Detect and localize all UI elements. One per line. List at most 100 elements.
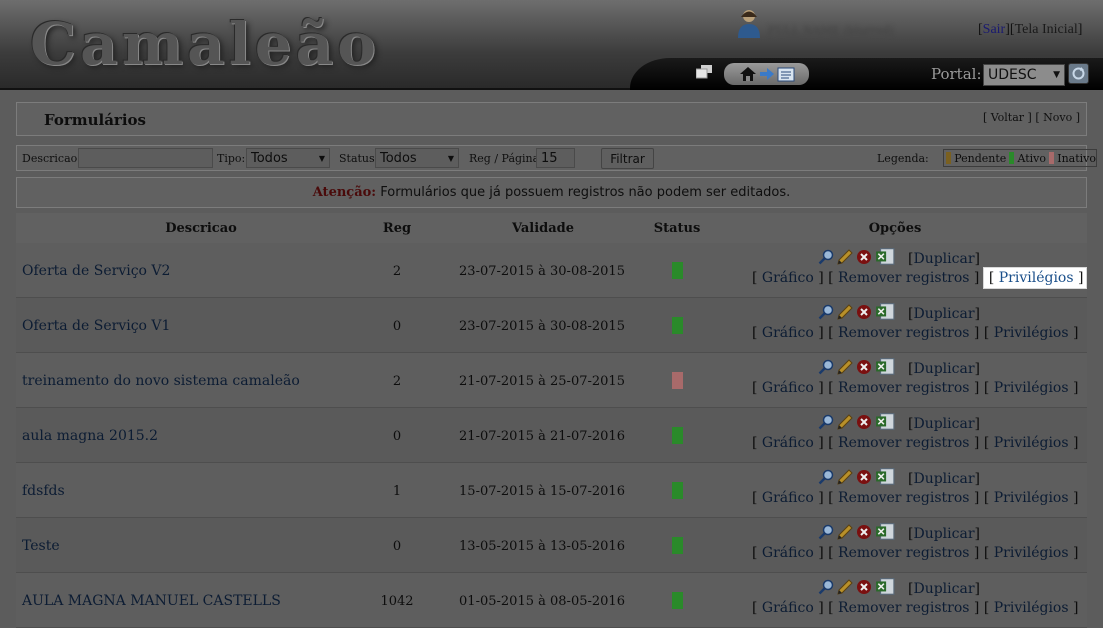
status-filter-select[interactable]: Todos ▼ (375, 148, 459, 168)
chart-link[interactable]: Gráfico (762, 270, 814, 286)
privileges-link[interactable]: Privilégios (994, 545, 1069, 561)
export-spreadsheet-icon[interactable] (875, 523, 895, 541)
remove-records-link[interactable]: Remover registros (838, 380, 969, 396)
delete-icon[interactable] (856, 579, 872, 595)
delete-icon[interactable] (856, 414, 872, 430)
title-bar: Formulários [ Voltar ] [ Novo ] (16, 102, 1087, 136)
per-page-input[interactable]: 15 (536, 148, 575, 168)
form-reg-count: 2 (392, 374, 402, 389)
duplicate-link[interactable]: Duplicar (913, 471, 974, 487)
edit-pencil-icon[interactable] (837, 414, 853, 430)
remove-records-link[interactable]: Remover registros (838, 490, 969, 506)
filter-button[interactable]: Filtrar (601, 148, 654, 169)
privileges-link[interactable]: Privilégios (994, 600, 1069, 616)
form-name-link[interactable]: treinamento do novo sistema camaleão (22, 373, 300, 389)
remove-records-link[interactable]: Remover registros (838, 600, 969, 616)
table-row: treinamento do novo sistema camaleão 2 2… (16, 353, 1087, 408)
form-name-link[interactable]: aula magna 2015.2 (22, 428, 158, 444)
back-link[interactable]: [ Voltar ] (983, 111, 1032, 124)
view-magnifier-icon[interactable] (818, 359, 834, 375)
legend-swatch-ativo (1009, 152, 1015, 164)
duplicate-action: [Duplicar] (908, 526, 980, 542)
edit-pencil-icon[interactable] (837, 304, 853, 320)
privileges-link[interactable]: Privilégios (994, 435, 1069, 451)
row-action-icons (818, 358, 895, 376)
duplicate-link[interactable]: Duplicar (913, 526, 974, 542)
descricao-filter-input[interactable] (78, 148, 213, 168)
edit-pencil-icon[interactable] (837, 359, 853, 375)
app-logo[interactable]: Camaleão (30, 10, 380, 78)
form-name-link[interactable]: Teste (22, 538, 60, 554)
privileges-link[interactable]: Privilégios (994, 380, 1069, 396)
view-magnifier-icon[interactable] (818, 249, 834, 265)
view-magnifier-icon[interactable] (818, 414, 834, 430)
remove-records-link[interactable]: Remover registros (838, 325, 969, 341)
forms-table: Descricao Reg Validade Status Opções Ofe… (16, 213, 1087, 628)
duplicate-link[interactable]: Duplicar (913, 581, 974, 597)
top-links: [Sair][Tela Inicial] (978, 22, 1082, 38)
arrow-right-icon[interactable] (759, 67, 775, 81)
export-spreadsheet-icon[interactable] (875, 468, 895, 486)
legend-swatch-pendente (946, 152, 952, 164)
privileges-link[interactable]: Privilégios (999, 270, 1074, 286)
chart-link[interactable]: Gráfico (762, 380, 814, 396)
privileges-link[interactable]: Privilégios (994, 490, 1069, 506)
export-spreadsheet-icon[interactable] (875, 413, 895, 431)
edit-pencil-icon[interactable] (837, 469, 853, 485)
status-indicator (672, 592, 683, 609)
delete-icon[interactable] (856, 249, 872, 265)
duplicate-link[interactable]: Duplicar (913, 306, 974, 322)
status-indicator (672, 537, 683, 554)
duplicate-action: [Duplicar] (908, 361, 980, 377)
view-magnifier-icon[interactable] (818, 469, 834, 485)
new-link[interactable]: [ Novo ] (1035, 111, 1080, 124)
privileges-link[interactable]: Privilégios (994, 325, 1069, 341)
col-header-status: Status (653, 221, 701, 236)
remove-records-link[interactable]: Remover registros (838, 435, 969, 451)
edit-pencil-icon[interactable] (837, 579, 853, 595)
tipo-filter-select[interactable]: Todos ▼ (246, 148, 330, 168)
chart-link[interactable]: Gráfico (762, 545, 814, 561)
duplicate-link[interactable]: Duplicar (913, 251, 974, 267)
view-magnifier-icon[interactable] (818, 579, 834, 595)
chart-link[interactable]: Gráfico (762, 325, 814, 341)
portal-refresh-button[interactable] (1068, 63, 1089, 84)
edit-pencil-icon[interactable] (837, 524, 853, 540)
delete-icon[interactable] (856, 304, 872, 320)
home-link[interactable]: Tela Inicial (1015, 22, 1078, 37)
windows-icon[interactable] (696, 65, 712, 79)
chart-link[interactable]: Gráfico (762, 435, 814, 451)
remove-records-link[interactable]: Remover registros (838, 270, 969, 286)
status-indicator (672, 427, 683, 444)
duplicate-link[interactable]: Duplicar (913, 361, 974, 377)
row-secondary-actions: [ Gráfico ] [ Remover registros ] [ Priv… (752, 380, 1079, 396)
form-name-link[interactable]: fdsfds (22, 483, 65, 499)
chart-link[interactable]: Gráfico (762, 490, 814, 506)
form-name-link[interactable]: AULA MAGNA MANUEL CASTELLS (22, 593, 281, 609)
form-reg-count: 1 (392, 484, 402, 499)
row-secondary-actions: [ Gráfico ] [ Remover registros ] [ Priv… (752, 600, 1079, 616)
logout-link[interactable]: Sair (983, 22, 1006, 37)
form-name-link[interactable]: Oferta de Serviço V2 (22, 263, 170, 279)
delete-icon[interactable] (856, 359, 872, 375)
remove-records-link[interactable]: Remover registros (838, 545, 969, 561)
export-spreadsheet-icon[interactable] (875, 303, 895, 321)
portal-select[interactable]: UDESC ▼ (983, 64, 1065, 86)
delete-icon[interactable] (856, 524, 872, 540)
privileges-action: [ Privilégios ] (983, 325, 1079, 341)
edit-pencil-icon[interactable] (837, 249, 853, 265)
home-icon[interactable] (739, 66, 757, 82)
form-name-link[interactable]: Oferta de Serviço V1 (22, 318, 170, 334)
export-spreadsheet-icon[interactable] (875, 248, 895, 266)
export-spreadsheet-icon[interactable] (875, 358, 895, 376)
view-magnifier-icon[interactable] (818, 524, 834, 540)
per-page-label: Reg / Página: (469, 152, 543, 165)
delete-icon[interactable] (856, 469, 872, 485)
legend-label: Legenda: (877, 152, 929, 165)
export-spreadsheet-icon[interactable] (875, 578, 895, 596)
duplicate-link[interactable]: Duplicar (913, 416, 974, 432)
chart-link[interactable]: Gráfico (762, 600, 814, 616)
form-list-icon[interactable] (777, 67, 795, 82)
privileges-action: [ Privilégios ] (983, 490, 1079, 506)
view-magnifier-icon[interactable] (818, 304, 834, 320)
